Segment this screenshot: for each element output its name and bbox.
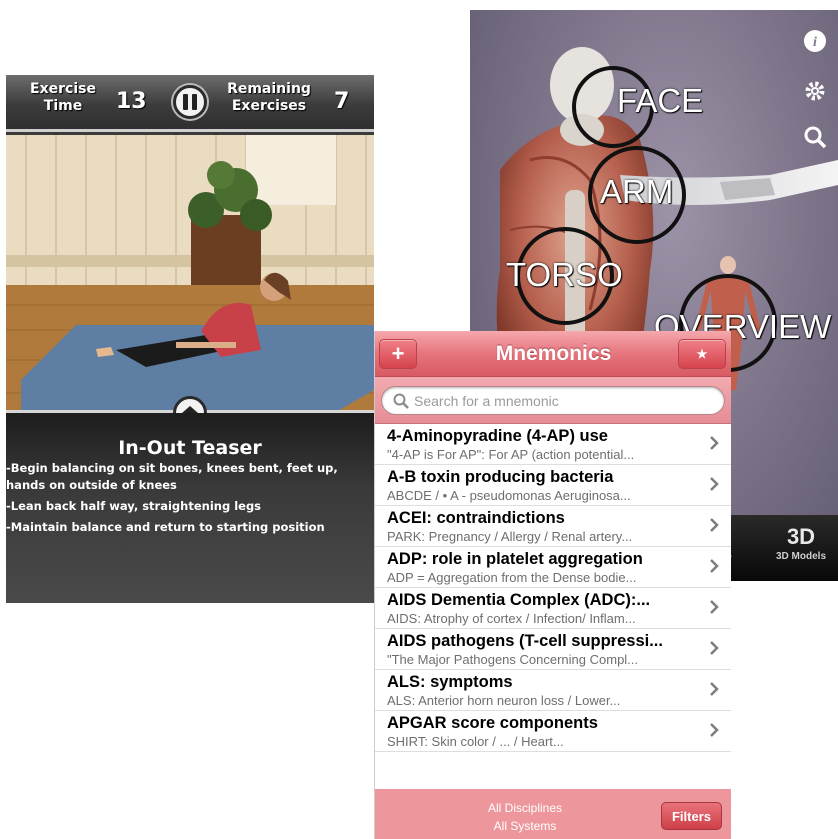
- chevron-right-icon: [710, 723, 719, 737]
- item-title: ACEI: contraindictions: [387, 509, 565, 527]
- svg-text:i: i: [813, 35, 817, 50]
- search-icon: [393, 393, 409, 409]
- torso-region-label[interactable]: TORSO: [506, 256, 623, 294]
- 3d-icon: 3D: [786, 524, 816, 549]
- item-title: ADP: role in platelet aggregation: [387, 550, 643, 568]
- search-icon[interactable]: [802, 124, 828, 150]
- search-bar: Search for a mnemonic: [375, 377, 731, 424]
- gear-icon[interactable]: [802, 78, 828, 104]
- arm-region-label[interactable]: ARM: [600, 173, 673, 211]
- list-item[interactable]: APGAR score components SHIRT: Skin color…: [375, 711, 731, 752]
- item-subtitle: ADP = Aggregation from the Dense bodie..…: [387, 570, 637, 585]
- item-title: APGAR score components: [387, 714, 598, 732]
- chevron-right-icon: [710, 682, 719, 696]
- chevron-right-icon: [710, 559, 719, 573]
- face-region-label[interactable]: FACE: [617, 82, 703, 120]
- pause-button[interactable]: [173, 85, 207, 119]
- chevron-right-icon: [710, 600, 719, 614]
- exercise-photo: [6, 135, 374, 412]
- remaining-exercises-label: Remaining Exercises: [227, 81, 311, 114]
- chevron-right-icon: [710, 518, 719, 532]
- pilates-app-screen: Exercise Time 13 Remaining Exercises 7 I…: [6, 75, 374, 603]
- instruction-line: -Maintain balance and return to starting…: [6, 520, 325, 534]
- list-item[interactable]: ADP: role in platelet aggregation ADP = …: [375, 547, 731, 588]
- star-icon: ★: [696, 347, 708, 361]
- list-item[interactable]: AIDS pathogens (T-cell suppressi... "The…: [375, 629, 731, 670]
- instruction-line: hands on outside of knees: [6, 478, 177, 492]
- item-title: ALS: symptoms: [387, 673, 513, 691]
- pause-icon: [183, 94, 188, 110]
- item-subtitle: PARK: Pregnancy / Allergy / Renal artery…: [387, 529, 633, 544]
- mnemonics-app-screen: + Mnemonics ★ Search for a mnemonic 4-Am…: [374, 331, 731, 839]
- item-title: A-B toxin producing bacteria: [387, 468, 614, 486]
- search-input[interactable]: Search for a mnemonic: [381, 386, 725, 415]
- discipline-filter-label[interactable]: All Disciplines: [375, 801, 675, 815]
- item-subtitle: ALS: Anterior horn neuron loss / Lower..…: [387, 693, 621, 708]
- navigation-bar: + Mnemonics ★: [375, 331, 731, 377]
- list-item[interactable]: ALS: symptoms ALS: Anterior horn neuron …: [375, 670, 731, 711]
- item-title: 4-Aminopyradine (4-AP) use: [387, 427, 608, 445]
- item-subtitle: AIDS: Atrophy of cortex / Infection/ Inf…: [387, 611, 636, 626]
- info-icon[interactable]: i: [802, 28, 828, 54]
- exercise-time-value: 13: [116, 89, 147, 114]
- item-title: AIDS Dementia Complex (ADC):...: [387, 591, 651, 609]
- filter-toolbar: All Disciplines All Systems Filters: [375, 789, 731, 839]
- exercise-description-panel: In-Out Teaser -Begin balancing on sit bo…: [6, 413, 374, 603]
- chevron-right-icon: [710, 436, 719, 450]
- tab-3d-models[interactable]: 3D 3D Models: [776, 523, 826, 562]
- remaining-exercises-value: 7: [334, 89, 350, 114]
- list-item[interactable]: AIDS Dementia Complex (ADC):... AIDS: At…: [375, 588, 731, 629]
- system-filter-label[interactable]: All Systems: [375, 819, 675, 833]
- favorites-button[interactable]: ★: [678, 339, 726, 369]
- list-item[interactable]: A-B toxin producing bacteria ABCDE / • A…: [375, 465, 731, 506]
- list-item[interactable]: ACEI: contraindictions PARK: Pregnancy /…: [375, 506, 731, 547]
- item-title: AIDS pathogens (T-cell suppressi...: [387, 632, 663, 650]
- exercise-title: In-Out Teaser: [118, 437, 262, 459]
- item-subtitle: "4-AP is For AP": For AP (action potenti…: [387, 447, 635, 462]
- search-placeholder: Search for a mnemonic: [414, 393, 559, 409]
- item-subtitle: ABCDE / • A - pseudomonas Aeruginosa...: [387, 488, 631, 503]
- exercise-time-label: Exercise Time: [30, 81, 96, 114]
- item-subtitle: SHIRT: Skin color / ... / Heart...: [387, 734, 564, 749]
- chevron-right-icon: [710, 477, 719, 491]
- item-subtitle: "The Major Pathogens Concerning Compl...: [387, 652, 639, 667]
- instruction-line: -Lean back half way, straightening legs: [6, 499, 262, 513]
- list-item[interactable]: 4-Aminopyradine (4-AP) use "4-AP is For …: [375, 424, 731, 465]
- workout-header: Exercise Time 13 Remaining Exercises 7: [6, 75, 374, 132]
- chevron-right-icon: [710, 641, 719, 655]
- filters-button[interactable]: Filters: [661, 802, 722, 830]
- mnemonic-list: 4-Aminopyradine (4-AP) use "4-AP is For …: [375, 424, 731, 752]
- instruction-line: -Begin balancing on sit bones, knees ben…: [6, 461, 338, 475]
